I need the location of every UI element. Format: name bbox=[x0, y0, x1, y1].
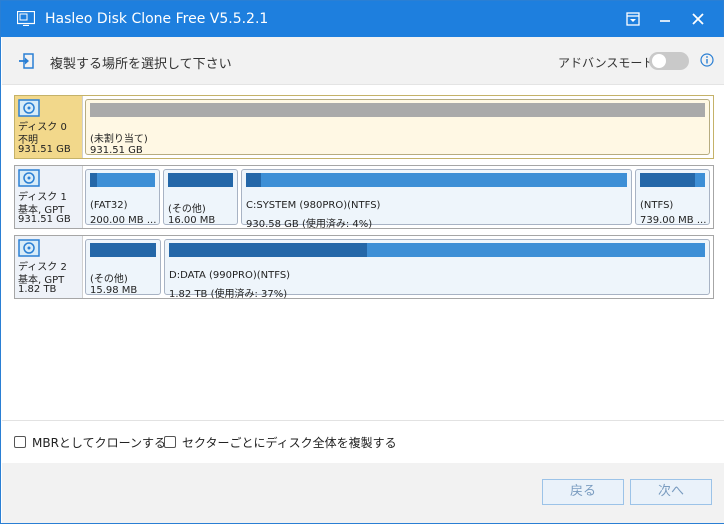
partition-size: 16.00 MB bbox=[168, 215, 216, 226]
partition-size: 15.98 MB bbox=[90, 285, 138, 296]
partition-usage-bar bbox=[169, 243, 705, 257]
advanced-mode-label: アドバンスモード bbox=[558, 56, 655, 70]
close-icon bbox=[692, 13, 704, 25]
partition-usage-bar bbox=[90, 173, 155, 187]
partition-usage-bar bbox=[90, 243, 156, 257]
partition-fat32[interactable]: (FAT32) 200.00 MB ... bbox=[85, 169, 160, 226]
partition-label: C:SYSTEM (980PRO)(NTFS) bbox=[246, 200, 381, 211]
app-window: Hasleo Disk Clone Free V5.5.2.1 複製する場所を選… bbox=[0, 0, 724, 524]
disk-capacity: 931.51 GB bbox=[18, 214, 71, 225]
partition-used-fill bbox=[168, 173, 233, 187]
partition-used-fill bbox=[90, 173, 97, 187]
disk-list: ディスク 0 不明 931.51 GB (未割り当て) 931.51 GB ディ… bbox=[2, 85, 724, 421]
hard-disk-icon bbox=[18, 99, 40, 117]
partition-size: 931.51 GB bbox=[90, 145, 143, 156]
toggle-knob bbox=[652, 54, 666, 68]
partition-size: 200.00 MB ... bbox=[90, 215, 157, 226]
partition-size: 1.82 TB (使用済み: 37%) bbox=[169, 289, 288, 300]
disk-clone-app-icon bbox=[17, 11, 35, 26]
hard-disk-icon bbox=[18, 239, 40, 257]
title-bar[interactable]: Hasleo Disk Clone Free V5.5.2.1 bbox=[1, 1, 723, 37]
disk-row-2[interactable]: ディスク 2 基本, GPT 1.82 TB (その他) 15.98 MB D:… bbox=[14, 235, 714, 300]
select-destination-icon bbox=[19, 53, 34, 69]
disk-info: ディスク 2 基本, GPT 1.82 TB bbox=[15, 236, 83, 298]
sector-clone-label[interactable]: セクターごとにディスク全体を複製する bbox=[182, 434, 397, 451]
partition-usage-bar bbox=[246, 173, 627, 187]
partition-size: 739.00 MB ... bbox=[640, 215, 707, 226]
info-icon[interactable] bbox=[700, 53, 714, 67]
step-title: 複製する場所を選択して下さい bbox=[50, 57, 232, 72]
partition-used-fill bbox=[640, 173, 696, 187]
mbr-clone-checkbox[interactable] bbox=[14, 436, 26, 448]
partition-unallocated[interactable]: (未割り当て) 931.51 GB bbox=[85, 99, 710, 156]
disk-info: ディスク 1 基本, GPT 931.51 GB bbox=[15, 166, 83, 228]
step-header: 複製する場所を選択して下さい アドバンスモード bbox=[2, 37, 724, 85]
disk-info: ディスク 0 不明 931.51 GB bbox=[15, 96, 83, 158]
disk-capacity: 1.82 TB bbox=[18, 284, 57, 295]
sector-clone-checkbox[interactable] bbox=[164, 436, 176, 448]
partition-data[interactable]: D:DATA (990PRO)(NTFS) 1.82 TB (使用済み: 37%… bbox=[164, 239, 710, 300]
close-button[interactable] bbox=[685, 7, 711, 31]
partition-ntfs[interactable]: (NTFS) 739.00 MB ... bbox=[635, 169, 710, 226]
window-title: Hasleo Disk Clone Free V5.5.2.1 bbox=[45, 11, 269, 27]
wizard-footer: 戻る 次へ bbox=[2, 463, 724, 523]
partition-label: (FAT32) bbox=[90, 200, 128, 211]
disk-capacity: 931.51 GB bbox=[18, 144, 71, 155]
partition-system[interactable]: C:SYSTEM (980PRO)(NTFS) 930.58 GB (使用済み:… bbox=[241, 169, 632, 230]
back-button[interactable]: 戻る bbox=[542, 479, 624, 505]
partition-used-fill bbox=[90, 243, 156, 257]
partition-other[interactable]: (その他) 16.00 MB bbox=[163, 169, 238, 226]
partition-usage-bar bbox=[640, 173, 705, 187]
advanced-mode-toggle[interactable] bbox=[649, 52, 689, 70]
dropdown-menu-icon bbox=[626, 12, 640, 26]
minimize-button[interactable] bbox=[652, 7, 678, 31]
minimize-icon bbox=[660, 20, 670, 22]
hard-disk-icon bbox=[18, 169, 40, 187]
partition-label: (その他) bbox=[90, 274, 128, 285]
disk-row-1[interactable]: ディスク 1 基本, GPT 931.51 GB (FAT32) 200.00 … bbox=[14, 165, 714, 230]
partition-usage-bar bbox=[168, 173, 233, 187]
next-button[interactable]: 次へ bbox=[630, 479, 712, 505]
menu-dropdown-button[interactable] bbox=[620, 7, 646, 31]
partition-used-fill bbox=[246, 173, 262, 187]
partition-label: D:DATA (990PRO)(NTFS) bbox=[169, 270, 291, 281]
partition-other[interactable]: (その他) 15.98 MB bbox=[85, 239, 161, 296]
partition-label: (その他) bbox=[168, 204, 206, 215]
clone-options: MBRとしてクローンする セクターごとにディスク全体を複製する bbox=[2, 421, 724, 463]
partition-label: (未割り当て) bbox=[90, 134, 148, 145]
mbr-clone-label[interactable]: MBRとしてクローンする bbox=[32, 434, 166, 451]
partition-usage-bar bbox=[90, 103, 705, 117]
disk-row-0[interactable]: ディスク 0 不明 931.51 GB (未割り当て) 931.51 GB bbox=[14, 95, 714, 159]
partition-used-fill bbox=[169, 243, 368, 257]
partition-label: (NTFS) bbox=[640, 200, 674, 211]
partition-size: 930.58 GB (使用済み: 4%) bbox=[246, 219, 373, 230]
